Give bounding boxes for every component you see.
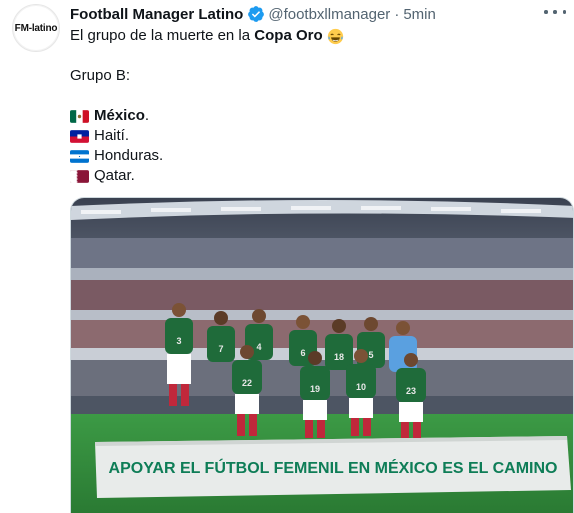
team-name: Honduras.	[94, 147, 164, 164]
mexico-flag-icon	[70, 109, 89, 123]
handle[interactable]: @footbxllmanager	[268, 6, 390, 23]
more-options-icon[interactable]	[544, 5, 566, 19]
display-name[interactable]: Football Manager Latino	[70, 6, 243, 23]
avatar-logo-text: FM-latino	[14, 22, 58, 34]
team-item-qatar: Qatar.	[70, 166, 560, 186]
team-item-honduras: Honduras.	[70, 146, 560, 166]
team-name: Qatar.	[94, 167, 135, 184]
separator-dot: ·	[394, 5, 400, 23]
tweet-text: El grupo de la muerte en la Copa Oro Gru…	[70, 26, 560, 186]
intro-text: El grupo de la muerte en la	[70, 27, 255, 44]
verified-badge-icon	[248, 6, 265, 22]
jersey-number: 3	[176, 336, 181, 346]
team-photo[interactable]: APOYAR EL FÚTBOL FEMENIL EN MÉXICO ES EL…	[70, 197, 574, 513]
jersey-number: 7	[218, 344, 223, 354]
banner-text: APOYAR EL FÚTBOL FEMENIL EN MÉXICO ES EL…	[109, 458, 558, 477]
jersey-number: 22	[242, 378, 252, 388]
stadium-team-photo-image: APOYAR EL FÚTBOL FEMENIL EN MÉXICO ES EL…	[71, 198, 573, 513]
intro-line: El grupo de la muerte en la Copa Oro	[70, 26, 560, 46]
avatar[interactable]: FM-latino	[12, 4, 60, 52]
jersey-number: 4	[256, 342, 261, 352]
group-label: Grupo B:	[70, 67, 131, 84]
tweet-header: Football Manager Latino @footbxllmanager…	[70, 4, 436, 24]
team-item-mexico: México.	[70, 106, 560, 126]
team-name: Haití.	[94, 127, 130, 144]
intro-bold: Copa Oro	[254, 27, 323, 44]
tweet[interactable]: FM-latino Football Manager Latino @footb…	[0, 0, 574, 513]
face-with-tears-of-joy-icon	[327, 28, 343, 44]
jersey-number: 5	[368, 350, 373, 360]
jersey-number: 19	[310, 384, 320, 394]
jersey-number: 10	[356, 382, 366, 392]
qatar-flag-icon	[70, 169, 89, 183]
team-item-haiti: Haití.	[70, 126, 560, 146]
team-name: México	[94, 107, 145, 124]
jersey-number: 6	[300, 348, 305, 358]
jersey-number: 23	[406, 386, 416, 396]
honduras-flag-icon	[70, 149, 89, 163]
jersey-number: 18	[334, 352, 344, 362]
haiti-flag-icon	[70, 129, 89, 143]
timestamp[interactable]: 5min	[403, 6, 436, 23]
